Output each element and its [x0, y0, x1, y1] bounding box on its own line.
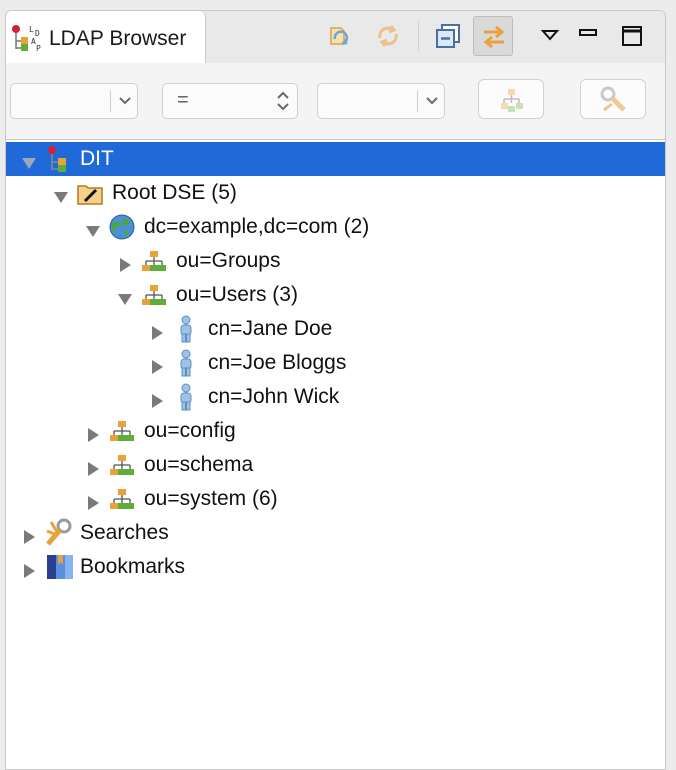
tree-node[interactable]: Searches	[6, 516, 665, 550]
tree-node-label: ou=Users (3)	[176, 283, 298, 306]
chevron-down-icon	[119, 97, 131, 105]
tree-node[interactable]: ou=config	[6, 414, 665, 448]
minimize-icon	[579, 29, 597, 36]
person-icon	[172, 315, 200, 343]
org-unit-icon	[108, 417, 136, 445]
view-tab-bar: L D A P LDAP Browser	[6, 11, 665, 64]
tree-node-label: ou=system (6)	[144, 487, 278, 510]
tree-node-label: ou=config	[144, 419, 236, 442]
tree-node-label: Root DSE (5)	[112, 181, 237, 204]
bookmarks-icon	[44, 551, 76, 583]
tree-node-label: dc=example,dc=com (2)	[144, 215, 370, 238]
link-with-editor-button[interactable]	[473, 16, 513, 56]
searches-icon	[44, 517, 76, 549]
maximize-icon	[622, 26, 642, 46]
link-arrows-icon	[483, 25, 505, 49]
clear-search-icon	[600, 86, 626, 112]
collapse-all-icon	[436, 24, 460, 48]
ldap-browser-icon: L D A P	[9, 23, 45, 53]
collapsed-twisty-icon[interactable]	[86, 424, 100, 442]
operator-select-value: =	[177, 89, 189, 111]
expanded-twisty-icon[interactable]	[86, 220, 100, 237]
maximize-button[interactable]	[612, 16, 652, 56]
org-unit-icon	[108, 485, 136, 513]
tab-ldap-browser[interactable]: L D A P LDAP Browser	[6, 11, 206, 64]
refresh-root-button[interactable]	[320, 16, 360, 56]
tree-node[interactable]: ou=Groups	[6, 244, 665, 278]
reload-button[interactable]	[368, 16, 408, 56]
triangle-down-icon	[540, 30, 560, 41]
tree-node-label: Bookmarks	[80, 555, 186, 578]
tree-node[interactable]: DIT	[6, 142, 665, 176]
tree-node[interactable]: Root DSE (5)	[6, 176, 665, 210]
ldap-browser-view: L D A P LDAP Browser = DIT Root DSE (5) …	[5, 10, 666, 770]
operator-select[interactable]: =	[162, 83, 298, 119]
quick-search-clear-button[interactable]	[580, 79, 646, 119]
minimize-button[interactable]	[568, 16, 608, 56]
refresh-root-icon	[330, 27, 349, 45]
tree-node[interactable]: Bookmarks	[6, 550, 665, 584]
value-combo[interactable]	[317, 83, 445, 119]
tree-node-label: cn=Joe Bloggs	[208, 351, 347, 374]
collapse-all-button[interactable]	[428, 16, 468, 56]
collapsed-twisty-icon[interactable]	[86, 492, 100, 510]
tree-node[interactable]: ou=Users (3)	[6, 278, 665, 312]
tree-node-label: ou=schema	[144, 453, 254, 476]
svg-text:L: L	[29, 25, 34, 34]
org-unit-icon	[140, 247, 168, 275]
expanded-twisty-icon[interactable]	[54, 186, 68, 203]
tree-node-label: cn=Jane Doe	[208, 317, 333, 340]
chevron-down-icon	[426, 97, 438, 105]
stepper-arrows-icon	[277, 91, 289, 111]
quick-search-bar: =	[6, 63, 665, 139]
globe-icon	[108, 213, 136, 241]
attribute-combo[interactable]	[10, 83, 138, 119]
root-dse-icon	[76, 179, 104, 207]
collapsed-twisty-icon[interactable]	[86, 458, 100, 476]
combo-divider	[110, 90, 111, 112]
expanded-twisty-icon[interactable]	[118, 288, 132, 305]
tree-node-label: DIT	[80, 147, 114, 170]
tree-node[interactable]: cn=John Wick	[6, 380, 665, 414]
reload-arrows-icon	[378, 25, 398, 47]
tab-title: LDAP Browser	[49, 27, 187, 50]
tree-node[interactable]: dc=example,dc=com (2)	[6, 210, 665, 244]
org-unit-icon	[140, 281, 168, 309]
quick-search-apply-button[interactable]	[478, 79, 544, 119]
collapsed-twisty-icon[interactable]	[150, 322, 164, 340]
tree-node[interactable]: ou=schema	[6, 448, 665, 482]
collapsed-twisty-icon[interactable]	[150, 390, 164, 408]
collapsed-twisty-icon[interactable]	[118, 254, 132, 272]
svg-text:P: P	[36, 44, 41, 53]
collapsed-twisty-icon[interactable]	[150, 356, 164, 374]
tree-node-label: ou=Groups	[176, 249, 281, 272]
collapsed-twisty-icon[interactable]	[22, 526, 36, 544]
view-menu-button[interactable]	[530, 16, 570, 56]
combo-divider	[417, 90, 418, 112]
tree-node[interactable]: ou=system (6)	[6, 482, 665, 516]
dit-icon	[44, 145, 72, 173]
quick-search-icon	[501, 89, 523, 112]
toolbar-separator	[418, 21, 419, 51]
tree-node-label: cn=John Wick	[208, 385, 340, 408]
tree-node-label: Searches	[80, 521, 169, 544]
dit-tree[interactable]: DIT Root DSE (5) dc=example,dc=com (2) ou=G…	[6, 139, 665, 769]
person-icon	[172, 383, 200, 411]
expanded-twisty-icon[interactable]	[22, 152, 36, 169]
person-icon	[172, 349, 200, 377]
collapsed-twisty-icon[interactable]	[22, 560, 36, 578]
tree-node[interactable]: cn=Joe Bloggs	[6, 346, 665, 380]
tree-node[interactable]: cn=Jane Doe	[6, 312, 665, 346]
org-unit-icon	[108, 451, 136, 479]
